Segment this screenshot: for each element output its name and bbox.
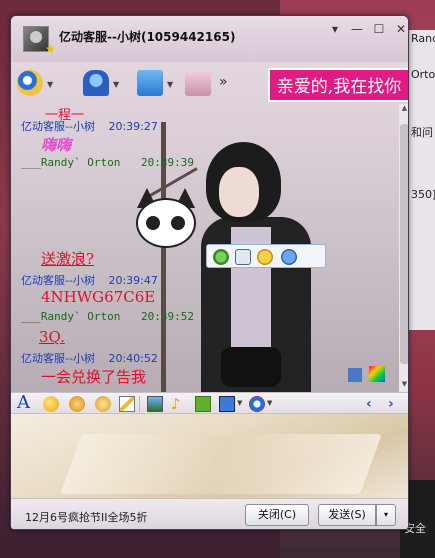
photo-face (219, 167, 259, 217)
cat-eye-right (171, 216, 185, 230)
close-chat-button[interactable]: 关闭(C) (245, 504, 309, 526)
emoticon-icon[interactable] (43, 396, 59, 412)
message-sender: 亿动客服--小树 (21, 352, 95, 365)
message-header: 亿动客服--小树 20:39:27 (21, 118, 158, 134)
promo-link[interactable]: 12月6号疯抢节II全场5折 (25, 509, 147, 525)
gift-icon[interactable] (195, 396, 211, 412)
message-time: 20:39:52 (140, 310, 194, 323)
favorite-icon[interactable] (257, 249, 273, 265)
next-icon[interactable]: › (388, 396, 404, 412)
message-time: 20:40:52 (108, 352, 158, 365)
scroll-up-icon[interactable]: ▲ (399, 104, 408, 115)
message-time: 20:39:27 (108, 120, 158, 133)
send-button[interactable]: 发送(S) (318, 504, 376, 526)
background-window-strip: Rand Orton 和问 350] (408, 30, 435, 330)
message-text: 一会兑换了告我 (41, 368, 147, 386)
scroll-down-icon[interactable]: ▼ (399, 380, 408, 391)
message-time: 20:39:47 (108, 274, 158, 287)
input-method-icon[interactable] (249, 396, 265, 412)
message-text: 嗨嗨 (41, 136, 72, 154)
message-sender: ___Randy` Orton (21, 310, 121, 323)
search-icon[interactable] (281, 249, 297, 265)
star-status-icon: ★ (45, 42, 56, 56)
save-icon[interactable] (235, 249, 251, 265)
bg-text-4: 350] (411, 188, 435, 201)
chat-toolbar: ▼ ▼ ▼ » (11, 62, 261, 102)
title-bar[interactable]: ★ 亿动客服--小树(1059442165) ▾ — ☐ ✕ (11, 16, 408, 62)
close-button[interactable]: ✕ (389, 21, 408, 38)
message-header: 亿动客服--小树 20:40:52 (21, 350, 158, 366)
previous-icon[interactable]: ‹ (366, 396, 382, 412)
cat-eye-left (146, 216, 160, 230)
maximize-button[interactable]: ☐ (367, 21, 391, 38)
cat-emoticon-icon (131, 188, 201, 263)
magic-emoticon-icon[interactable] (69, 396, 85, 412)
input-method-dropdown-icon[interactable]: ▼ (267, 399, 272, 407)
message-input[interactable] (11, 414, 408, 498)
minimize-button[interactable]: — (345, 21, 369, 38)
bg-text-3: 和问 (411, 126, 433, 139)
bottom-bar: 12月6号疯抢节II全场5折 关闭(C) 发送(S) ▾ (11, 498, 408, 529)
font-icon[interactable]: A (17, 393, 33, 413)
message-sender: ___Randy` Orton (21, 156, 121, 169)
add-emoticon-icon[interactable] (213, 249, 229, 265)
banner-text: 亲爱的,我在找你 (268, 68, 408, 102)
send-options-button[interactable]: ▾ (376, 504, 396, 526)
message-text: 送激浪? (41, 250, 95, 268)
face-icon[interactable] (95, 396, 111, 412)
cat-head (136, 198, 196, 248)
photo-bag (221, 347, 281, 387)
toolbar-divider (139, 396, 140, 412)
chat-history[interactable]: ▼ ▼ ▼ » 亲爱的,我在找你 一程一 亿动客服--小树 20:39:27 嗨… (11, 62, 408, 392)
video-call-icon[interactable] (17, 70, 43, 96)
message-time: 20:39:39 (140, 156, 194, 169)
bg-text-2: Orton (411, 68, 435, 81)
file-dropdown-icon[interactable]: ▼ (167, 80, 173, 89)
more-tools-icon[interactable]: » (219, 74, 228, 90)
send-image-icon[interactable] (147, 396, 163, 412)
message-sender: 亿动客服--小树 (21, 120, 95, 133)
bg-text-1: Rand (411, 32, 435, 45)
mail-icon[interactable] (185, 70, 211, 96)
music-icon[interactable]: ♪ (171, 396, 187, 412)
message-text: 3Q. (39, 328, 65, 346)
skin-menu-button[interactable]: ▾ (323, 21, 347, 38)
chat-scrollbar[interactable]: ▲ ▼ (399, 104, 408, 392)
message-header: ___Randy` Orton 20:39:39 (21, 156, 194, 169)
input-background-image (60, 434, 382, 494)
window-title: 亿动客服--小树(1059442165) (59, 30, 236, 44)
message-hover-toolbar (206, 244, 326, 268)
microphone-icon[interactable] (83, 70, 109, 96)
screenshot-dropdown-icon[interactable]: ▼ (237, 399, 242, 407)
chat-window: ★ 亿动客服--小树(1059442165) ▾ — ☐ ✕ ▼ ▼ ▼ » 亲… (10, 15, 409, 530)
video-dropdown-icon[interactable]: ▼ (47, 80, 53, 89)
message-header: ___Randy` Orton 20:39:52 (21, 310, 194, 323)
screenshot-icon[interactable] (219, 396, 235, 412)
audio-dropdown-icon[interactable]: ▼ (113, 80, 119, 89)
message-header: 亿动客服--小树 20:39:47 (21, 272, 158, 288)
resize-icon[interactable] (348, 368, 362, 382)
file-transfer-icon[interactable] (137, 70, 163, 96)
color-picker-icon[interactable] (369, 366, 385, 382)
message-text: 4NHWG67C6E (41, 288, 156, 306)
scroll-thumb[interactable] (400, 124, 408, 364)
handwriting-icon[interactable] (119, 396, 135, 412)
format-toolbar: A ♪ ▼ ▼ ‹ › (11, 392, 408, 414)
message-sender: 亿动客服--小树 (21, 274, 95, 287)
